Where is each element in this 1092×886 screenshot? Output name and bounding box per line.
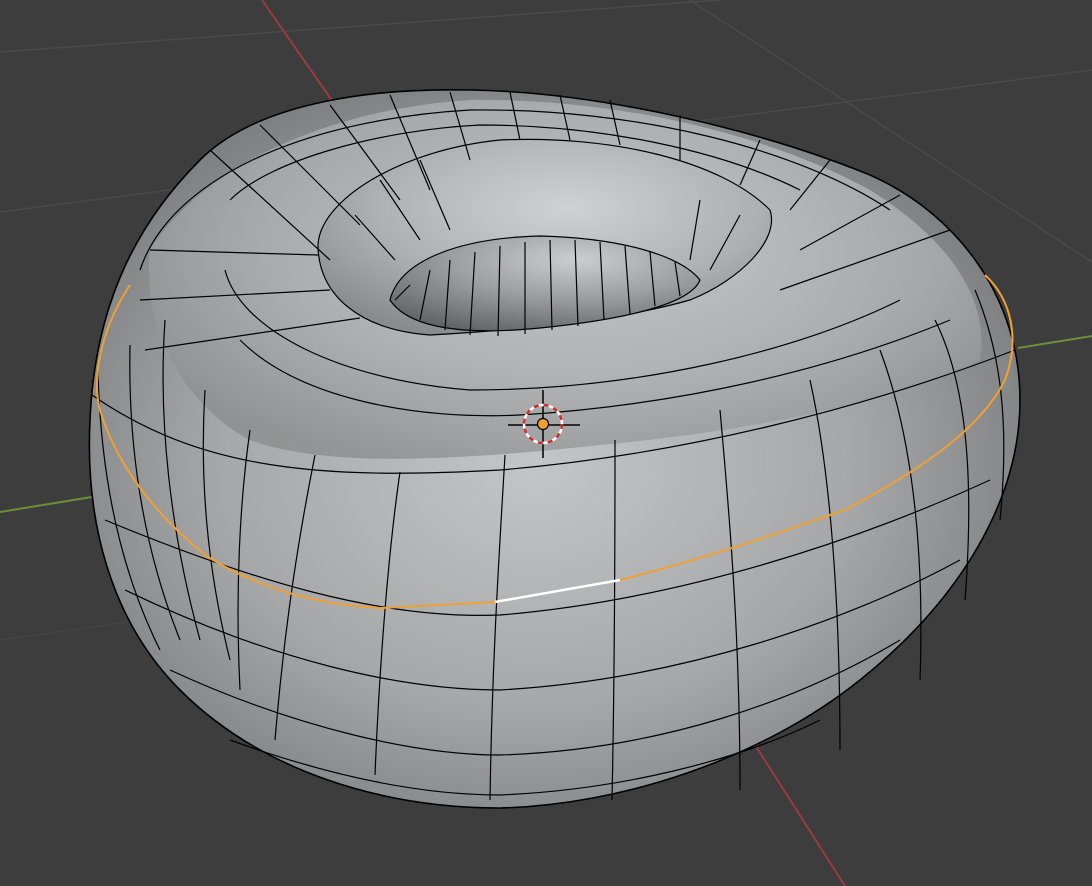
x-axis-line bbox=[261, 0, 341, 113]
object-origin-icon bbox=[536, 417, 550, 431]
y-axis-line-right bbox=[1017, 335, 1092, 349]
y-axis-line bbox=[0, 495, 99, 513]
torus-mesh[interactable] bbox=[88, 89, 1021, 809]
3d-viewport[interactable] bbox=[0, 0, 1092, 886]
